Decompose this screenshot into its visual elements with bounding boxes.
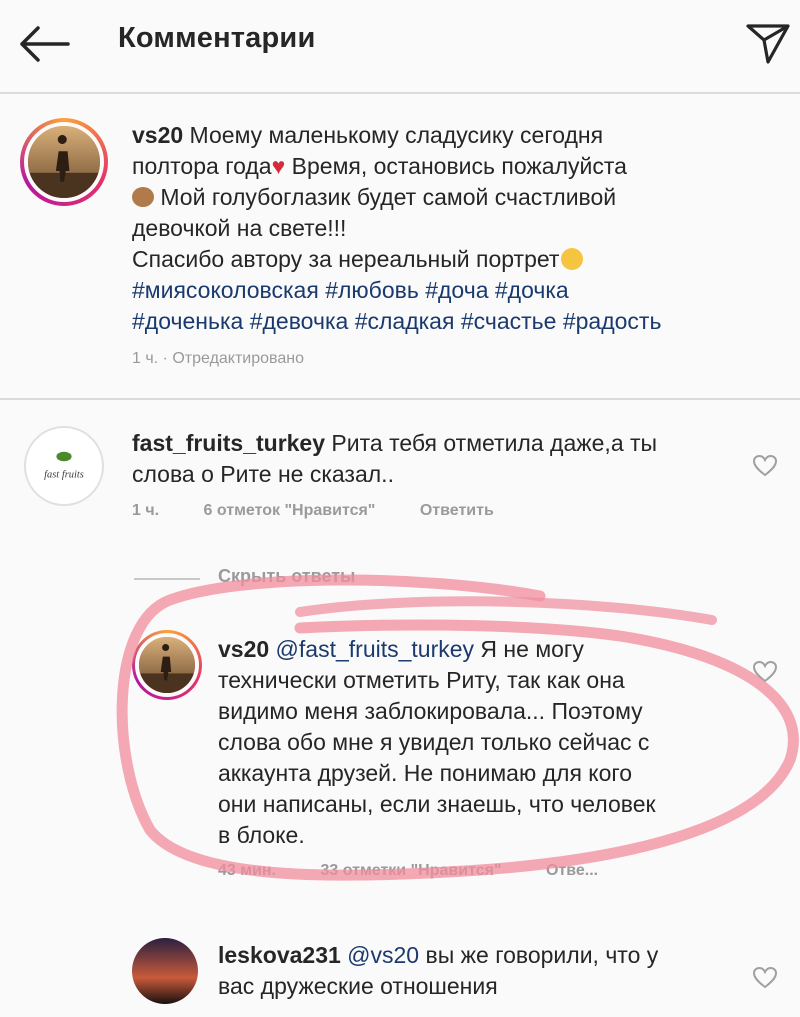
reply-button[interactable]: Ответить [420, 502, 494, 519]
reply-time: 43 мин. [218, 862, 277, 879]
reply-username[interactable]: leskova231 [218, 942, 341, 968]
reply-username[interactable]: vs20 [218, 636, 269, 662]
svg-text:fast fruits: fast fruits [44, 469, 84, 480]
hashtags-line[interactable]: #миясоколовская #любовь #доча #дочка [132, 275, 772, 306]
comment-time: 1 ч. [132, 502, 160, 519]
mention-link[interactable]: @vs20 [341, 942, 419, 968]
hashtags-line[interactable]: #доченька #девочка #сладкая #счастье #ра… [132, 306, 772, 337]
monkey-emoji-icon [132, 187, 154, 207]
arrow-left-icon[interactable] [16, 22, 72, 66]
comment-meta: 1 ч. 6 отметок "Нравится" Ответить [132, 502, 534, 520]
sunset-photo [132, 938, 198, 1004]
comment-username[interactable]: fast_fruits_turkey [132, 430, 325, 456]
caption-text: vs20 Моему маленькому сладусику сегодня … [132, 120, 772, 337]
replies-divider-line [134, 578, 200, 580]
comment-likes[interactable]: 6 отметок "Нравится" [204, 502, 376, 519]
comment-avatar[interactable]: fast fruits [24, 426, 104, 506]
paper-plane-icon[interactable] [742, 14, 794, 66]
comment-text: fast_fruits_turkey Рита тебя отметила да… [132, 430, 658, 487]
fast-fruits-logo: fast fruits [44, 451, 84, 480]
avatar-photo [28, 126, 100, 198]
reply-avatar[interactable] [132, 938, 198, 1004]
hide-replies-button[interactable]: Скрыть ответы [218, 566, 355, 587]
reply-likes[interactable]: 33 отметки "Нравится" [320, 862, 501, 879]
caption-time: 1 ч. · Отредактировано [132, 350, 304, 367]
like-heart-icon[interactable] [752, 660, 778, 684]
reply-button[interactable]: Отве... [546, 862, 598, 879]
reply-text: vs20 @fast_fruits_turkey Я не могу техни… [218, 636, 656, 848]
mention-link[interactable]: @fast_fruits_turkey [269, 636, 475, 662]
caption-username[interactable]: vs20 [132, 122, 183, 148]
avatar-photo [139, 637, 195, 693]
reply-meta: 43 мин. 33 отметки "Нравится" Отве... [218, 862, 638, 880]
heart-emoji-icon: ♥ [271, 153, 286, 179]
reply-text: leskova231 @vs20 вы же говорили, что у в… [218, 942, 659, 999]
divider [0, 398, 800, 400]
caption-avatar[interactable] [20, 118, 108, 206]
like-heart-icon[interactable] [752, 966, 778, 990]
reply-avatar[interactable] [132, 630, 202, 700]
like-heart-icon[interactable] [752, 454, 778, 478]
page-title: Комментарии [118, 22, 316, 54]
heart-eyes-emoji-icon [561, 248, 584, 270]
top-bar: Комментарии [0, 0, 800, 94]
